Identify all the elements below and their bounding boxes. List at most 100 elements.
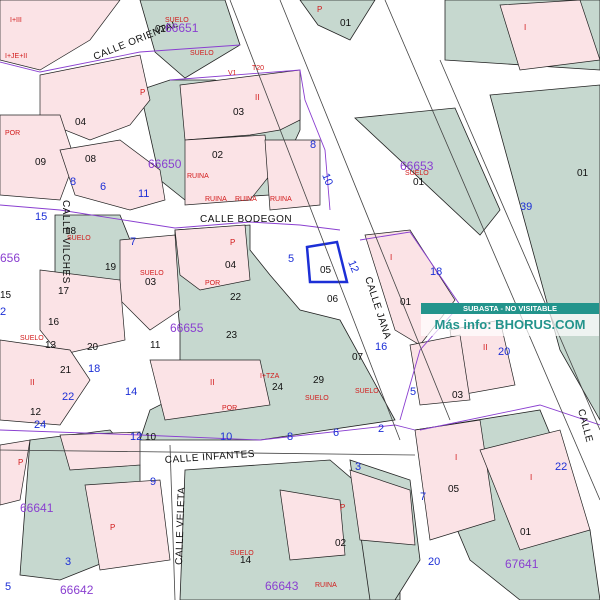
street-bodegon: CALLE BODEGON	[200, 214, 292, 225]
house-number: 9	[150, 476, 156, 488]
house-number: 8	[70, 176, 76, 188]
cadastral-map[interactable]: CALLE ORIENTAL CALLE BODEGON CALLE JANA …	[0, 0, 600, 600]
parcel-number: 29	[313, 375, 325, 386]
suelo-label: SUELO	[305, 395, 329, 402]
house-number: 5	[288, 253, 294, 265]
parcel-number: 12	[30, 407, 42, 418]
parcel-number: 24	[272, 382, 284, 393]
ruina-label: RUINA	[187, 173, 209, 180]
house-number: 5	[5, 581, 11, 593]
v1-label: V1	[228, 70, 237, 77]
block-number: 67641	[505, 557, 539, 571]
house-number: 20	[498, 346, 510, 358]
parcel-number: 10	[145, 432, 157, 443]
p-label: P	[230, 238, 235, 247]
por-label: POR	[222, 405, 237, 412]
parcel-area	[279, 489, 346, 561]
house-number: 2	[378, 423, 384, 435]
p-label: P	[110, 523, 115, 532]
house-number: 11	[138, 188, 149, 200]
parcel-number: 01	[577, 168, 589, 179]
house-number: 22	[555, 461, 567, 473]
house-number: 22	[62, 391, 74, 403]
house-number: 7	[420, 491, 426, 503]
parcel-number: 02	[335, 538, 347, 549]
house-number: 10	[319, 172, 335, 188]
parcel-number: 06	[327, 294, 339, 305]
house-number: 12	[345, 259, 361, 275]
ruina-label: RUINA	[205, 196, 227, 203]
suelo-label: SUELO	[355, 388, 379, 395]
house-number: 3	[355, 461, 361, 473]
house-number: 39	[520, 201, 532, 213]
house-number: 3	[65, 556, 71, 568]
block-number: 656	[0, 251, 20, 265]
house-number: 8	[287, 431, 293, 443]
house-number: 6	[100, 181, 106, 193]
block-number: 66641	[20, 501, 54, 515]
ruina-label: RUINA	[315, 582, 337, 589]
parcel-number: 19	[105, 262, 117, 273]
itza-label: I+TZA	[260, 373, 280, 380]
parcel-number: 01	[413, 177, 425, 188]
p-label: P	[340, 503, 345, 512]
parcel-number: 23	[226, 330, 238, 341]
p-label: P	[317, 5, 322, 14]
roman-label: I	[530, 473, 532, 482]
parcel-number: 05	[448, 484, 460, 495]
suelo-label: SUELO	[405, 170, 429, 177]
parcel-number: 07	[352, 352, 364, 363]
parcel-number: 11	[150, 340, 161, 351]
house-number: 5	[410, 386, 416, 398]
house-number: 18	[88, 363, 100, 375]
house-number: 24	[34, 419, 46, 431]
house-number: 7	[130, 236, 136, 248]
parcel-number: 13	[45, 340, 57, 351]
roman-label: I	[524, 23, 526, 32]
parcel-number: 03	[233, 107, 245, 118]
map-canvas: CALLE ORIENTAL CALLE BODEGON CALLE JANA …	[0, 0, 600, 600]
parcel-number: 08	[85, 154, 97, 165]
roman-label: II	[255, 93, 259, 102]
parcel-area	[139, 0, 241, 79]
house-number: 2	[0, 306, 6, 318]
parcel-number: 17	[58, 286, 70, 297]
parcel-number: 02	[155, 24, 167, 35]
block-number: 66643	[265, 579, 299, 593]
parcel-area	[299, 0, 376, 41]
auction-banner[interactable]: SUBASTA - NO VISITABLE Más info: BHORUS.…	[421, 303, 599, 336]
house-number: 8	[310, 139, 316, 151]
banner-link[interactable]: Más info: BHORUS.COM	[421, 314, 599, 336]
parcel-number: 21	[60, 365, 72, 376]
highlighted-parcel[interactable]	[305, 240, 349, 284]
p-label: P	[140, 88, 145, 97]
parcel-number: 22	[230, 292, 242, 303]
block-number: 66642	[60, 583, 94, 597]
suelo-label: SUELO	[140, 270, 164, 277]
street-infantes: CALLE INFANTES	[164, 449, 255, 466]
house-number: 6	[333, 427, 339, 439]
ruina-label: RUINA	[270, 196, 292, 203]
house-number: 10	[220, 431, 232, 443]
parcel-number: 03	[452, 390, 464, 401]
road-line	[169, 444, 176, 600]
por-label: POR	[205, 280, 220, 287]
parcel-number: 05	[320, 265, 332, 276]
house-number: 15	[35, 211, 47, 223]
house-number: 16	[375, 341, 387, 353]
street-right: CALLE	[575, 408, 594, 444]
parcel-area	[84, 479, 171, 571]
roman-label: II	[483, 343, 487, 352]
t20-label: T20	[252, 65, 264, 72]
house-number: 12	[130, 431, 142, 443]
parcel-number: 09	[35, 157, 47, 168]
roman-label: II	[210, 378, 214, 387]
suelo-label: SUELO	[20, 335, 44, 342]
block-number: 66655	[170, 321, 204, 335]
house-number: 18	[430, 266, 442, 278]
suelo-label: SUELO	[230, 550, 254, 557]
suelo-label: SUELO	[190, 50, 214, 57]
suelo-label: SUELO	[67, 235, 91, 242]
suelo-label: SUELO	[165, 17, 189, 24]
parcel-number: 02	[212, 150, 224, 161]
